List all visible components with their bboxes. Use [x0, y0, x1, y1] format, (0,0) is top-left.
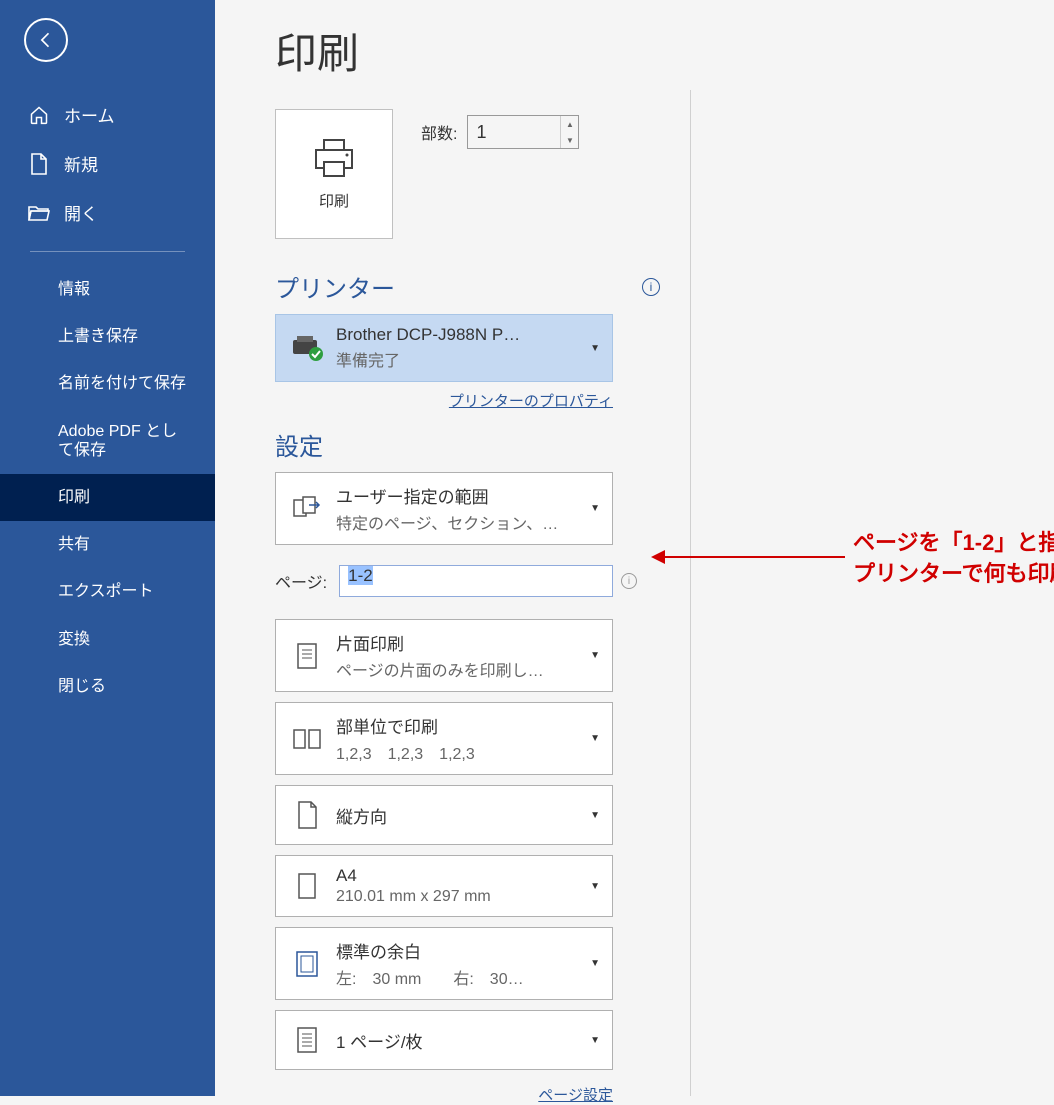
printer-section-title: プリンター: [275, 269, 395, 304]
one-per-sheet-icon: [288, 1021, 326, 1059]
main-area: 印刷 印刷 部数: 1 ▲ ▼: [215, 0, 1054, 1096]
printer-status-icon: [288, 329, 326, 367]
chevron-down-icon: ▼: [590, 650, 600, 661]
copies-input[interactable]: 1 ▲ ▼: [467, 115, 579, 149]
folder-open-icon: [28, 202, 50, 224]
print-range-dropdown[interactable]: ユーザー指定の範囲 特定のページ、セクション、… ▼: [275, 472, 613, 545]
copies-label: 部数:: [421, 120, 457, 144]
nav-label: 新規: [64, 151, 98, 176]
printer-name: Brother DCP-J988N P…: [336, 325, 590, 345]
doc-new-icon: [28, 153, 50, 175]
info-icon[interactable]: i: [642, 278, 660, 296]
print-side-dropdown[interactable]: 片面印刷 ページの片面のみを印刷し… ▼: [275, 619, 613, 692]
printer-status: 準備完了: [336, 347, 590, 371]
chevron-down-icon: ▼: [590, 810, 600, 821]
printer-dropdown[interactable]: Brother DCP-J988N P… 準備完了 ▼: [275, 314, 613, 382]
margins-dropdown[interactable]: 標準の余白 左: 30 mm 右: 30… ▼: [275, 927, 613, 1000]
nav-item-folder-open[interactable]: 開く: [0, 188, 215, 237]
chevron-down-icon: ▼: [590, 958, 600, 969]
nav-label: 上書き保存: [58, 327, 138, 346]
nav-label: エクスポート: [58, 582, 154, 601]
info-icon[interactable]: i: [621, 573, 637, 589]
portrait-icon: [288, 796, 326, 834]
copies-up-icon[interactable]: ▲: [561, 116, 578, 132]
nav-sub-item[interactable]: 情報: [0, 266, 215, 313]
copies-value: 1: [468, 122, 560, 143]
nav-sub-item[interactable]: エクスポート: [0, 568, 215, 615]
nav-label: 情報: [58, 280, 90, 299]
chevron-down-icon: ▼: [590, 503, 600, 514]
print-button[interactable]: 印刷: [275, 109, 393, 239]
chevron-down-icon: ▼: [590, 1035, 600, 1046]
nav-sub-item[interactable]: 名前を付けて保存: [0, 360, 215, 407]
collate-dropdown[interactable]: 部単位で印刷 1,2,3 1,2,3 1,2,3 ▼: [275, 702, 613, 775]
page-title: 印刷: [275, 20, 660, 81]
nav-label: ホーム: [64, 102, 115, 127]
print-button-label: 印刷: [319, 190, 349, 211]
orientation-dropdown[interactable]: 縦方向 ▼: [275, 785, 613, 845]
print-panel: 印刷 印刷 部数: 1 ▲ ▼: [215, 0, 690, 1096]
back-button[interactable]: [24, 18, 68, 62]
chevron-down-icon: ▼: [590, 343, 600, 354]
printer-icon: [310, 138, 358, 178]
nav-item-doc-new[interactable]: 新規: [0, 139, 215, 188]
pages-per-sheet-dropdown[interactable]: 1 ページ/枚 ▼: [275, 1010, 613, 1070]
nav-sub-item[interactable]: 共有: [0, 521, 215, 568]
nav-label: Adobe PDF として保存: [58, 422, 187, 460]
single-side-icon: [288, 637, 326, 675]
backstage-sidebar: ホーム新規開く 情報上書き保存名前を付けて保存 Adobe PDF として保存印刷…: [0, 0, 215, 1096]
pages-range-icon: [288, 490, 326, 528]
nav-label: 共有: [58, 535, 90, 554]
nav-label: 変換: [58, 630, 90, 649]
margins-icon: [288, 945, 326, 983]
pages-input[interactable]: 1-2: [339, 565, 613, 597]
nav-sub-item[interactable]: 上書き保存: [0, 313, 215, 360]
nav-item-home[interactable]: ホーム: [0, 90, 215, 139]
nav-divider: [30, 251, 185, 252]
settings-section-title: 設定: [275, 427, 660, 462]
print-preview-area: [690, 90, 1054, 1096]
nav-sub-item[interactable]: 変換: [0, 616, 215, 663]
home-icon: [28, 104, 50, 126]
nav-label: 名前を付けて保存: [58, 374, 186, 393]
chevron-down-icon: ▼: [590, 733, 600, 744]
paper-icon: [288, 867, 326, 905]
paper-size-dropdown[interactable]: A4 210.01 mm x 297 mm ▼: [275, 855, 613, 917]
nav-label: 開く: [64, 200, 98, 225]
nav-sub-item[interactable]: 閉じる: [0, 663, 215, 710]
nav-sub-item[interactable]: Adobe PDF として保存: [0, 408, 215, 474]
pages-label: ページ:: [275, 569, 327, 593]
chevron-down-icon: ▼: [590, 881, 600, 892]
nav-label: 閉じる: [58, 677, 106, 696]
nav-label: 印刷: [58, 488, 90, 507]
copies-down-icon[interactable]: ▼: [561, 132, 578, 148]
arrow-left-icon: [36, 30, 56, 50]
collate-icon: [288, 720, 326, 758]
printer-properties-link[interactable]: プリンターのプロパティ: [449, 393, 613, 410]
nav-sub-item[interactable]: 印刷: [0, 474, 215, 521]
